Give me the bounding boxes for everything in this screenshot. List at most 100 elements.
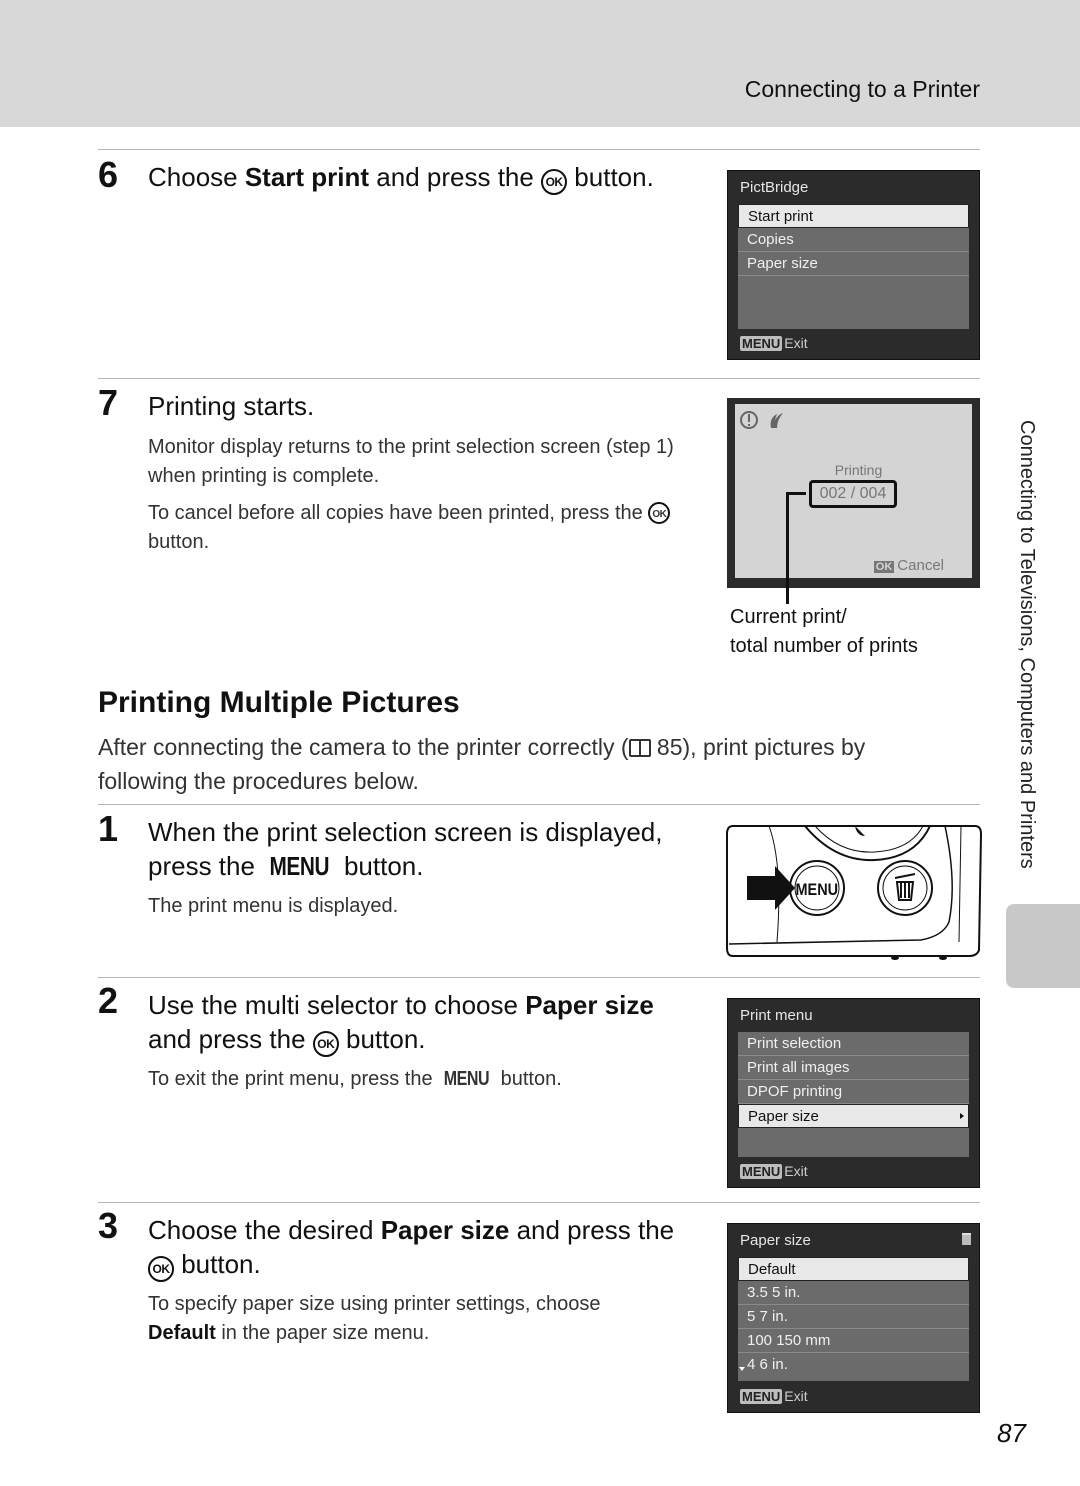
page-reference-link[interactable]: 85 bbox=[657, 734, 683, 760]
footer-label: Exit bbox=[784, 1163, 808, 1179]
menu-list: Default 3.5 5 in. 5 7 in. 100 150 mm 4 6… bbox=[738, 1257, 969, 1381]
step-number: 2 bbox=[98, 980, 119, 1021]
menu-item-print-all-images[interactable]: Print all images bbox=[738, 1056, 969, 1080]
divider bbox=[98, 804, 980, 805]
scroll-indicator-icon bbox=[962, 1233, 971, 1245]
step-heading: Choose the desired Paper size and press … bbox=[148, 1213, 693, 1282]
scroll-down-icon bbox=[739, 1367, 745, 1371]
chapter-tab[interactable] bbox=[1006, 904, 1080, 988]
menu-item-paper-size[interactable]: Paper size bbox=[738, 1104, 969, 1128]
warning-icon bbox=[740, 411, 783, 429]
step-number: 7 bbox=[98, 382, 119, 423]
text: button. bbox=[174, 1249, 261, 1279]
screen-footer: MENU Exit bbox=[740, 1163, 808, 1179]
pictbridge-screen: PictBridge Start print Copies Paper size… bbox=[727, 170, 980, 360]
screen-area: Printing 002 / 004 OK Cancel bbox=[735, 404, 972, 578]
step-heading: Printing starts. bbox=[148, 391, 315, 421]
menu-list: Start print Copies Paper size bbox=[738, 204, 969, 329]
menu-item-100x150[interactable]: 100 150 mm bbox=[738, 1329, 969, 1353]
menu-item-3-5x5[interactable]: 3.5 5 in. bbox=[738, 1281, 969, 1305]
section-title: Printing Multiple Pictures bbox=[98, 686, 460, 719]
screen-footer: MENU Exit bbox=[740, 335, 808, 351]
menu-button-icon: MENU bbox=[443, 1068, 490, 1090]
step-paragraph: Monitor display returns to the print sel… bbox=[148, 436, 674, 487]
menu-key-icon: MENU bbox=[740, 1389, 783, 1404]
ok-key-icon: OK bbox=[873, 561, 895, 573]
header-band bbox=[0, 0, 1080, 127]
divider bbox=[98, 378, 980, 379]
text: Current print/ bbox=[730, 606, 847, 628]
text-bold: Paper size bbox=[380, 1215, 510, 1245]
menu-item-5x7[interactable]: 5 7 in. bbox=[738, 1305, 969, 1329]
paper-size-screen: Paper size Default 3.5 5 in. 5 7 in. 100… bbox=[727, 1223, 980, 1413]
cancel-label: Cancel bbox=[897, 557, 944, 574]
menu-item-4x6[interactable]: 4 6 in. bbox=[738, 1353, 969, 1377]
text: in the paper size menu. bbox=[215, 1322, 430, 1344]
text-bold: Start print bbox=[244, 162, 370, 192]
section-intro: After connecting the camera to the print… bbox=[98, 730, 958, 798]
screen-title: Paper size bbox=[740, 1232, 811, 1249]
screen-title: Print menu bbox=[740, 1007, 813, 1024]
menu-item-copies[interactable]: Copies bbox=[738, 228, 969, 252]
step-note: To specify paper size using printer sett… bbox=[148, 1290, 668, 1348]
item-label: Paper size bbox=[748, 1108, 819, 1125]
menu-item-print-selection[interactable]: Print selection bbox=[738, 1032, 969, 1056]
camera-back-illustration: MENU bbox=[726, 825, 983, 960]
printing-screen: Printing 002 / 004 OK Cancel bbox=[727, 398, 980, 588]
divider bbox=[98, 149, 980, 150]
text: button. bbox=[336, 851, 424, 881]
step-heading: Use the multi selector to choose Paper s… bbox=[148, 988, 688, 1057]
callout-line bbox=[786, 492, 806, 495]
menu-item-default[interactable]: Default bbox=[738, 1257, 969, 1281]
callout-line bbox=[786, 492, 789, 604]
step-number: 1 bbox=[98, 808, 119, 849]
text: and press the bbox=[148, 1024, 313, 1054]
page-number: 87 bbox=[997, 1418, 1026, 1448]
text: button. bbox=[495, 1068, 562, 1090]
item-label: 4 6 in. bbox=[747, 1356, 788, 1373]
menu-key-icon: MENU bbox=[740, 1164, 783, 1179]
divider bbox=[98, 977, 980, 978]
ok-button-icon: OK bbox=[541, 169, 568, 195]
step-note: The print menu is displayed. bbox=[148, 895, 399, 917]
menu-button-icon: MENU bbox=[269, 851, 330, 881]
chapter-side-label: Connecting to Televisions, Computers and… bbox=[1010, 420, 1040, 900]
text: and press the bbox=[369, 162, 542, 192]
menu-item-paper-size[interactable]: Paper size bbox=[738, 252, 969, 276]
print-menu-screen: Print menu Print selection Print all ima… bbox=[727, 998, 980, 1188]
ok-button-icon: OK bbox=[312, 1031, 339, 1057]
ok-button-icon: OK bbox=[148, 1256, 174, 1282]
menu-list: Print selection Print all images DPOF pr… bbox=[738, 1032, 969, 1157]
printing-status: Printing bbox=[834, 462, 883, 478]
text: button. bbox=[338, 1024, 426, 1054]
text: To cancel before all copies have been pr… bbox=[148, 502, 649, 524]
text: and press the bbox=[509, 1215, 675, 1245]
callout-label: Current print/ total number of prints bbox=[730, 603, 918, 661]
text: Choose the desired bbox=[148, 1215, 381, 1245]
screen-title: PictBridge bbox=[740, 179, 809, 196]
step-number: 6 bbox=[98, 154, 119, 195]
screen-footer: MENU Exit bbox=[740, 1388, 808, 1404]
menu-item-start-print[interactable]: Start print bbox=[738, 204, 969, 228]
step-heading: When the print selection screen is displ… bbox=[148, 815, 688, 883]
print-counter: 002 / 004 bbox=[809, 480, 897, 508]
book-reference-icon bbox=[628, 739, 651, 757]
step-number: 3 bbox=[98, 1205, 119, 1246]
menu-key-icon: MENU bbox=[740, 336, 783, 351]
text: Choose bbox=[148, 162, 245, 192]
text-bold: Paper size bbox=[525, 990, 654, 1020]
ok-button-icon: OK bbox=[648, 502, 671, 524]
footer-label: Exit bbox=[784, 1388, 808, 1404]
step-note: To exit the print menu, press the MENU b… bbox=[148, 1065, 713, 1094]
menu-item-dpof-printing[interactable]: DPOF printing bbox=[738, 1080, 969, 1104]
divider bbox=[98, 1202, 980, 1203]
text: To exit the print menu, press the bbox=[148, 1068, 439, 1090]
text-bold: Default bbox=[148, 1322, 216, 1344]
section-header-title: Connecting to a Printer bbox=[744, 76, 980, 102]
text: button. bbox=[567, 162, 654, 192]
text: After connecting the camera to the print… bbox=[98, 734, 629, 760]
text: total number of prints bbox=[730, 635, 918, 657]
cancel-hint: OK Cancel bbox=[873, 557, 944, 574]
text: To specify paper size using printer sett… bbox=[148, 1293, 601, 1315]
menu-button-label: MENU bbox=[796, 881, 839, 899]
